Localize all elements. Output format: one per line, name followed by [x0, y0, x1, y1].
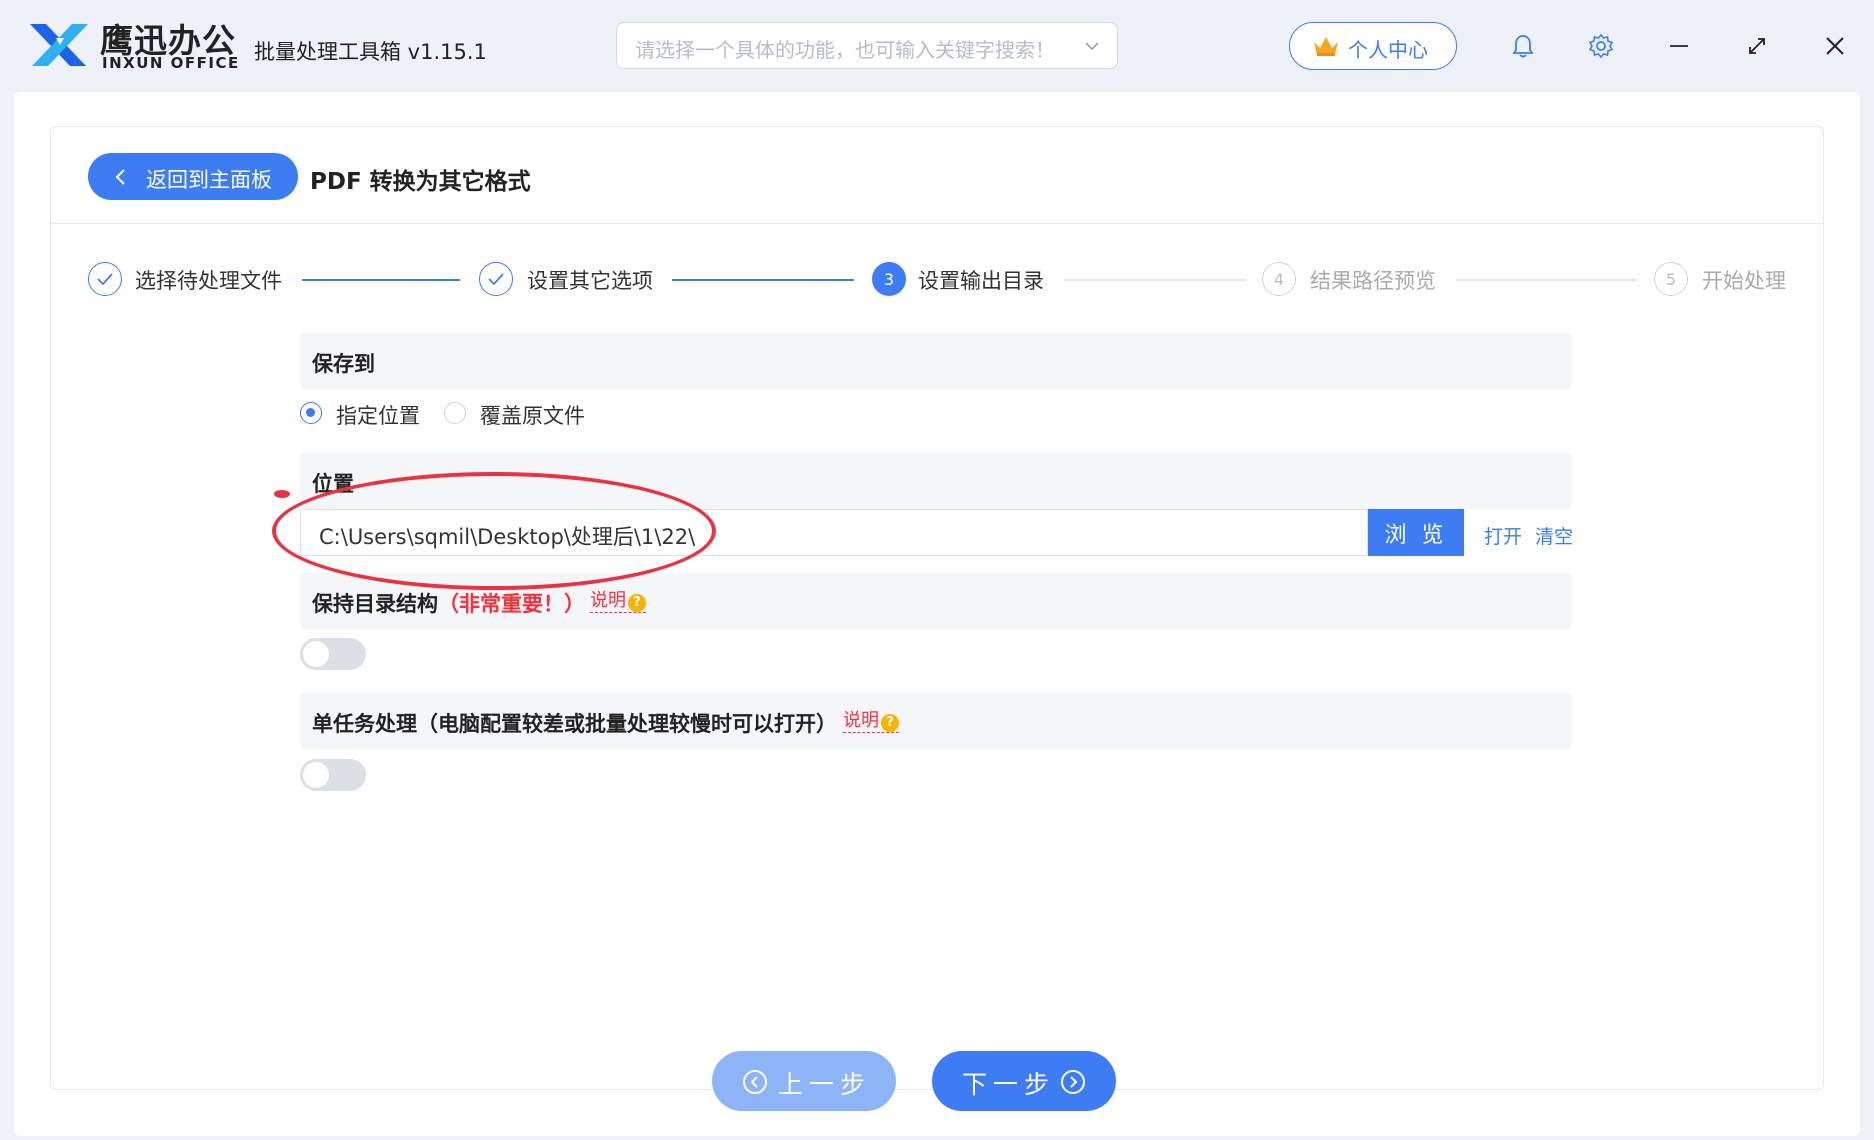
- annotation-ellipse: [272, 472, 716, 590]
- radio-specified-location[interactable]: [300, 402, 322, 424]
- keep-structure-help-link[interactable]: 说明?: [590, 590, 646, 613]
- next-step-button[interactable]: 下一步: [932, 1051, 1116, 1111]
- step-5-number: 5: [1654, 262, 1688, 296]
- single-task-title: 单任务处理（电脑配置较差或批量处理较慢时可以打开）: [312, 712, 837, 736]
- minimize-icon[interactable]: [1659, 26, 1699, 66]
- question-mark-icon: ?: [881, 714, 899, 732]
- function-search-combobox[interactable]: 请选择一个具体的功能，也可输入关键字搜索！: [616, 22, 1118, 69]
- previous-step-button[interactable]: 上一步: [712, 1051, 896, 1111]
- radio-specified-location-label[interactable]: 指定位置: [336, 400, 420, 430]
- save-to-title: 保存到: [312, 352, 375, 376]
- previous-step-label: 上一步: [778, 1070, 872, 1099]
- keep-structure-help-label: 说明: [590, 590, 626, 611]
- user-center-button[interactable]: 个人中心: [1289, 22, 1457, 70]
- page-title: PDF 转换为其它格式: [310, 169, 531, 195]
- annotation-dot: [274, 490, 290, 498]
- arrow-right-circle-icon: [1061, 1070, 1085, 1094]
- brand-subtitle: INXUN OFFICE: [102, 54, 240, 72]
- single-task-toggle[interactable]: [300, 759, 366, 791]
- question-mark-icon: ?: [628, 594, 646, 612]
- bell-icon[interactable]: [1503, 26, 1543, 66]
- step-connector-3: [1064, 279, 1246, 281]
- open-folder-link[interactable]: 打开: [1484, 522, 1522, 549]
- next-step-label: 下一步: [962, 1070, 1056, 1099]
- browse-button[interactable]: 浏 览: [1368, 509, 1464, 556]
- step-1-check-icon: [88, 262, 122, 296]
- step-connector-2: [672, 279, 854, 281]
- clear-path-link[interactable]: 清空: [1535, 522, 1573, 549]
- radio-overwrite-original[interactable]: [444, 402, 466, 424]
- single-task-help-link[interactable]: 说明?: [843, 710, 899, 733]
- single-task-section-header: 单任务处理（电脑配置较差或批量处理较慢时可以打开）: [300, 693, 1572, 749]
- gear-icon[interactable]: [1581, 26, 1621, 66]
- user-center-label: 个人中心: [1348, 38, 1428, 62]
- keep-structure-toggle[interactable]: [300, 638, 366, 670]
- step-1-label: 选择待处理文件: [135, 269, 282, 293]
- step-3-label: 设置输出目录: [918, 269, 1044, 293]
- step-connector-4: [1456, 279, 1636, 281]
- radio-overwrite-original-label[interactable]: 覆盖原文件: [480, 400, 585, 430]
- maximize-icon[interactable]: [1737, 26, 1777, 66]
- keep-structure-title: 保持目录结构（非常重要！）: [312, 588, 585, 618]
- app-title: 批量处理工具箱 v1.15.1: [254, 40, 487, 64]
- save-to-section-header: 保存到: [300, 333, 1572, 389]
- back-button-label: 返回到主面板: [146, 168, 272, 192]
- title-bar: 鹰迅办公 INXUN OFFICE 批量处理工具箱 v1.15.1 请选择一个具…: [0, 0, 1874, 92]
- inxun-logo-icon: [30, 24, 88, 66]
- step-2-label: 设置其它选项: [527, 269, 653, 293]
- step-4-label: 结果路径预览: [1310, 269, 1436, 293]
- header-divider: [51, 223, 1823, 224]
- arrow-left-circle-icon: [743, 1070, 767, 1094]
- step-2-check-icon: [479, 262, 513, 296]
- chevron-left-icon: [115, 169, 125, 185]
- keep-structure-warning: （非常重要！）: [438, 592, 585, 616]
- close-icon[interactable]: [1815, 26, 1855, 66]
- step-4-number: 4: [1262, 262, 1296, 296]
- back-to-dashboard-button[interactable]: 返回到主面板: [88, 153, 298, 200]
- keep-structure-title-text: 保持目录结构: [312, 592, 438, 616]
- search-placeholder: 请选择一个具体的功能，也可输入关键字搜索！: [635, 38, 1055, 62]
- step-5-label: 开始处理: [1702, 269, 1786, 293]
- single-task-help-label: 说明: [843, 710, 879, 731]
- chevron-down-icon[interactable]: [1083, 37, 1101, 55]
- step-connector-1: [302, 279, 460, 281]
- step-3-number: 3: [872, 262, 906, 296]
- crown-icon: [1314, 37, 1338, 56]
